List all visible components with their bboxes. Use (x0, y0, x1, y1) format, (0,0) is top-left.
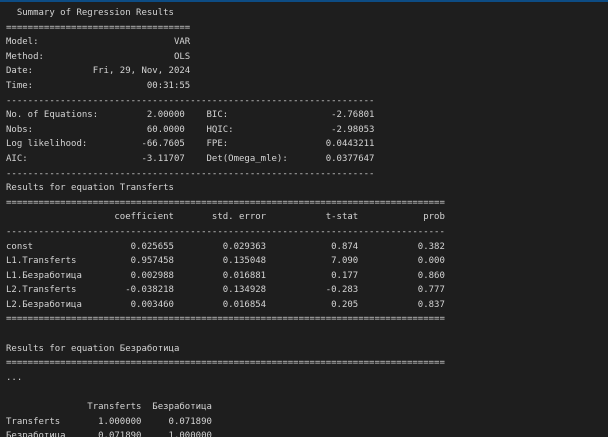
output-line: Transferts Безработица (6, 402, 212, 413)
output-line: ========================================… (6, 197, 445, 208)
output-line: Results for equation Transferts (6, 183, 174, 194)
output-line: L1.Transferts 0.957458 0.135048 7.090 0.… (6, 256, 445, 267)
output-line: ================================== (6, 22, 191, 33)
output-line: Results for equation Безработица (6, 343, 180, 354)
output-line: AIC: -3.11707 Det(Omega_mle): 0.0377647 (6, 153, 375, 164)
output-line: ----------------------------------------… (6, 168, 375, 179)
output-line: Nobs: 60.0000 HQIC: -2.98053 (6, 124, 375, 135)
output-line: L2.Безработица 0.003460 0.016854 0.205 0… (6, 299, 445, 310)
output-line: Method: OLS (6, 51, 191, 62)
output-panel[interactable]: Summary of Regression Results ==========… (6, 6, 606, 437)
output-line: ========================================… (6, 314, 445, 325)
output-line: Date: Fri, 29, Nov, 2024 (6, 66, 191, 77)
output-line: ----------------------------------------… (6, 95, 375, 106)
window-top-border (0, 0, 608, 2)
output-line: Model: VAR (6, 37, 191, 48)
output-line: const 0.025655 0.029363 0.874 0.382 (6, 241, 445, 252)
output-line: ========================================… (6, 358, 445, 369)
output-line: No. of Equations: 2.00000 BIC: -2.76801 (6, 110, 375, 121)
output-line: ----------------------------------------… (6, 226, 445, 237)
output-line: Time: 00:31:55 (6, 80, 191, 91)
output-line: Summary of Regression Results (6, 8, 174, 18)
output-line: Transferts 1.000000 0.071890 (6, 416, 212, 427)
output-line: coefficient std. error t-stat prob (6, 212, 445, 223)
regression-summary-text: Summary of Regression Results ==========… (6, 6, 606, 437)
output-line: L2.Transferts -0.038218 0.134928 -0.283 … (6, 285, 445, 296)
output-line: ... (6, 372, 23, 383)
output-line: L1.Безработица 0.002988 0.016881 0.177 0… (6, 270, 445, 281)
output-line: Log likelihood: -66.7605 FPE: 0.0443211 (6, 139, 375, 150)
output-line: Безработица 0.071890 1.000000 (6, 431, 212, 437)
